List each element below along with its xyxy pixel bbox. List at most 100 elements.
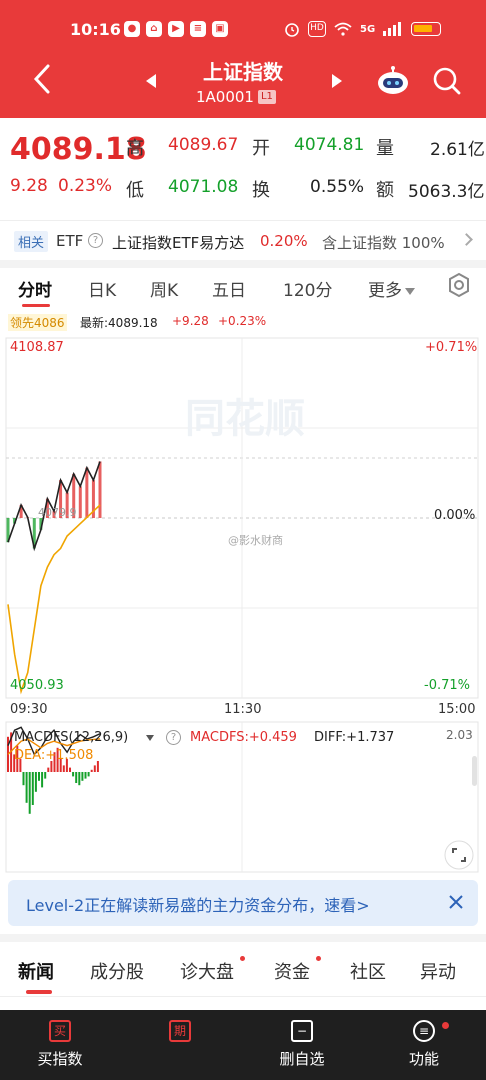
amount-value: 5063.3亿 (408, 182, 485, 202)
remove-icon: − (291, 1020, 313, 1042)
chevron-right-icon (460, 233, 473, 246)
functions-label: 功能 (408, 1050, 439, 1068)
wifi-icon (334, 22, 352, 36)
futures-icon: 期 (169, 1020, 191, 1042)
tab-120min[interactable]: 120分 (283, 276, 332, 301)
page-title: 上证指数 (203, 60, 283, 84)
tab-funds[interactable]: 资金 (274, 958, 310, 984)
status-right-icons: HD 5G (284, 21, 442, 37)
macd-diff: DIFF:+1.737 (314, 730, 395, 745)
red-dot-badge (442, 1022, 449, 1029)
fullscreen-icon[interactable] (444, 840, 474, 870)
high-value: 4089.67 (168, 135, 239, 155)
top-header: 10:16 ● ⌂ ▶ ≡ ▣ HD 5G 上证指数 1A0001 L1 (0, 0, 486, 118)
open-value: 4074.81 (294, 135, 365, 155)
low-value: 4071.08 (168, 177, 239, 197)
scrollbar[interactable] (472, 756, 477, 786)
tab-movement[interactable]: 异动 (420, 958, 456, 984)
stock-code: 1A0001 L1 (196, 88, 276, 106)
etf-change-pct: 0.20% (260, 232, 308, 250)
red-dot-badge (240, 956, 245, 961)
lead-indicator: 领先4086 (8, 314, 67, 331)
robot-assistant-icon[interactable] (376, 66, 410, 96)
macd-value: MACDFS:+0.459 (190, 730, 297, 745)
tab-more-label: 更多 (368, 281, 402, 301)
latest-change: +9.28 (172, 314, 209, 328)
close-icon[interactable] (446, 892, 466, 912)
macd-dropdown-icon[interactable] (146, 735, 154, 741)
related-etf-row[interactable]: 相关 ETF ? 上证指数ETF易方达 0.20% 含上证指数 100% (0, 220, 486, 260)
news-tabs: 新闻 成分股 诊大盘 资金 社区 异动 (0, 944, 486, 996)
banner-text: Level-2正在解读新易盛的主力资金分布，速看> (26, 896, 370, 915)
app-notification-icon: ⌂ (146, 21, 162, 37)
latest-change-pct: +0.23% (218, 314, 267, 328)
price-change: 9.28 (10, 176, 48, 196)
level2-banner[interactable]: Level-2正在解读新易盛的主力资金分布，速看> (8, 880, 478, 926)
intraday-info-row: 领先4086 最新:4089.18 +9.28 +0.23% (0, 312, 486, 332)
stock-code-text: 1A0001 (196, 88, 254, 106)
tab-community[interactable]: 社区 (350, 958, 386, 984)
high-label: 高 (126, 138, 144, 159)
functions-button[interactable]: ≡ 功能 (384, 1020, 464, 1069)
turnover-label: 换 (252, 180, 270, 201)
futures-button[interactable]: 期 (140, 1020, 220, 1048)
app-notification-icon: ● (124, 21, 140, 37)
tab-weekly-k[interactable]: 周K (150, 276, 178, 301)
time-start: 09:30 (10, 702, 48, 717)
divider (0, 260, 486, 268)
app-notification-icon: ≡ (190, 21, 206, 37)
etf-label: ETF (56, 232, 84, 250)
time-end: 15:00 (438, 702, 476, 717)
chart-period-tabs: 分时 日K 周K 五日 120分 更多 (0, 268, 486, 308)
quote-panel: 4089.18 9.28 0.23% 高 4089.67 开 4074.81 量… (0, 118, 486, 218)
help-icon[interactable]: ? (88, 233, 103, 248)
tab-intraday[interactable]: 分时 (18, 276, 52, 301)
buy-icon: 买 (49, 1020, 71, 1042)
app-notification-icon: ▣ (212, 21, 228, 37)
bottom-action-bar: 买 买指数 期 − 删自选 ≡ 功能 (0, 1010, 486, 1080)
amount-label: 额 (376, 180, 394, 201)
related-tag: 相关 (14, 231, 49, 252)
gear-icon[interactable] (446, 272, 472, 298)
chart-bottom-price: 4050.93 (10, 678, 64, 693)
tab-daily-k[interactable]: 日K (88, 276, 116, 301)
open-label: 开 (252, 138, 270, 159)
tab-diagnosis[interactable]: 诊大盘 (180, 958, 234, 984)
remove-watchlist-button[interactable]: − 删自选 (262, 1020, 342, 1069)
active-news-indicator (26, 990, 52, 994)
etf-name: 上证指数ETF易方达 (112, 234, 245, 252)
level-badge: L1 (257, 90, 276, 104)
active-tab-indicator (22, 304, 50, 307)
next-stock-icon[interactable] (332, 74, 342, 88)
price-series-line (7, 504, 101, 695)
search-icon[interactable] (432, 66, 462, 96)
signal-label: 5G (360, 23, 376, 35)
signal-icon (383, 22, 402, 36)
macd-name[interactable]: MACDFS(12,26,9) (14, 730, 128, 745)
chart-bottom-pct: -0.71% (424, 678, 470, 693)
chart-top-price: 4108.87 (10, 340, 64, 355)
macd-scale-top: 2.03 (446, 728, 473, 742)
tab-constituents[interactable]: 成分股 (90, 958, 144, 984)
status-bar: 10:16 ● ⌂ ▶ ≡ ▣ HD 5G (0, 12, 486, 48)
etf-includes: 含上证指数 100% (322, 234, 445, 252)
macd-help-icon[interactable]: ? (166, 730, 181, 745)
remove-watchlist-label: 删自选 (279, 1050, 325, 1068)
weibo-watermark: @影水财商 (228, 534, 283, 547)
chart-area[interactable]: 同花顺 4108.87 +0.71% 0.00% 4079.9 @影水财商 40… (0, 332, 486, 892)
prev-close-label: 4079.9 (38, 506, 77, 519)
intraday-chart[interactable]: 同花顺 (0, 332, 486, 892)
hd-icon: HD (308, 21, 326, 37)
tab-five-day[interactable]: 五日 (212, 276, 246, 301)
macd-dea: DEA:+1.508 (14, 748, 94, 763)
divider (0, 996, 486, 997)
chart-mid-pct: 0.00% (434, 508, 476, 523)
tab-more[interactable]: 更多 (368, 276, 415, 301)
buy-index-button[interactable]: 买 买指数 (20, 1020, 100, 1069)
red-dot-badge (316, 956, 321, 961)
tab-news[interactable]: 新闻 (18, 958, 54, 984)
app-notification-icon: ▶ (168, 21, 184, 37)
volume-value: 2.61亿 (430, 140, 485, 160)
battery-icon (411, 22, 442, 36)
watermark-text: 同花顺 (185, 396, 305, 442)
